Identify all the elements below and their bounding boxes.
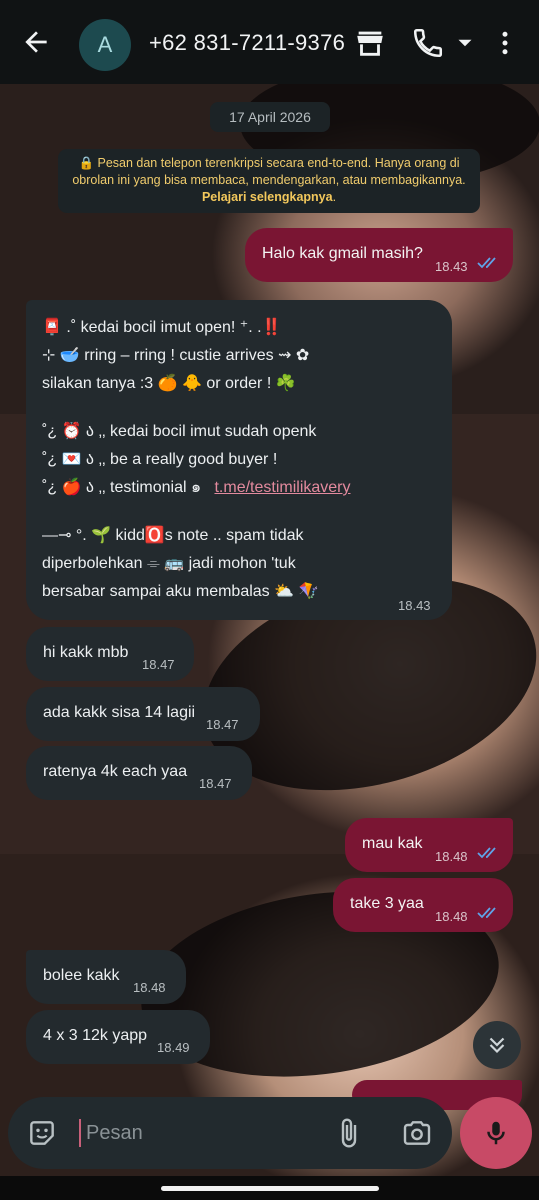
message-line: ⎯⎯⊸ °. 🌱 kidd🅾️s note .. spam tidak [42,527,304,544]
message-time: 18.49 [157,1040,190,1055]
incoming-message-shop-info[interactable]: 📮 .˚ kedai bocil imut open! ⁺. .‼️ ⊹ 🥣 r… [26,300,452,620]
attach-icon[interactable] [333,1117,365,1149]
message-time: 18.43 [435,259,468,274]
learn-more-link[interactable]: Pelajari selengkapnya [202,190,333,204]
voice-record-button[interactable] [460,1097,532,1169]
message-input[interactable] [86,1115,316,1151]
message-text: hi kakk mbb [43,644,129,661]
outgoing-message[interactable]: take 3 yaa 18.48 [333,878,513,932]
system-navigation-bar [0,1176,539,1200]
encryption-notice-text: 🔒 Pesan dan telepon terenkripsi secara e… [72,156,466,187]
store-icon[interactable] [353,26,387,60]
message-line: 📮 .˚ kedai bocil imut open! ⁺. .‼️ [42,319,282,336]
more-vert-icon[interactable] [490,26,520,60]
incoming-message[interactable]: ratenya 4k each yaa 18.47 [26,746,252,800]
outgoing-message[interactable]: Halo kak gmail masih? 18.43 [245,228,513,282]
message-time: 18.47 [199,776,232,791]
home-gesture-bar[interactable] [161,1186,379,1191]
message-time: 18.43 [398,598,431,613]
incoming-message[interactable]: hi kakk mbb 18.47 [26,627,194,681]
message-line-text: ˚¿ 🍎 ა ‚‚ testimonial ๑ [42,479,202,496]
message-composer [8,1097,452,1169]
message-text: bolee kakk [43,967,120,984]
message-time: 18.48 [133,980,166,995]
message-text: Halo kak gmail masih? [262,245,423,262]
message-line: ˚¿ 💌 ა ‚‚ be a really good buyer ! [42,451,278,468]
date-separator: 17 April 2026 [210,102,330,132]
chat-header: A +62 831-7211-9376 [0,0,539,84]
message-time: 18.47 [206,717,239,732]
contact-name[interactable]: +62 831-7211-9376 [149,30,345,56]
emoji-icon[interactable] [26,1117,58,1149]
incoming-message[interactable]: 4 x 3 12k yapp 18.49 [26,1010,210,1064]
avatar-letter: A [97,32,113,57]
read-receipt-icon [477,847,496,859]
text-caret [79,1119,81,1147]
message-text: ratenya 4k each yaa [43,763,188,780]
outgoing-message[interactable]: mau kak 18.48 [345,818,513,872]
phone-icon[interactable] [411,26,445,60]
scroll-to-bottom-button[interactable] [473,1021,521,1069]
camera-icon[interactable] [400,1117,434,1149]
testimonial-link[interactable]: t.me/testimilikavery [214,479,350,496]
contact-avatar[interactable]: A [79,19,131,71]
message-time: 18.48 [435,909,468,924]
read-receipt-icon [477,257,496,269]
back-arrow-icon[interactable] [20,26,52,58]
message-text: mau kak [362,835,423,852]
message-text: 4 x 3 12k yapp [43,1027,148,1044]
incoming-message[interactable]: ada kakk sisa 14 lagii 18.47 [26,687,260,741]
message-line: ˚¿ ⏰ ა ‚‚ kedai bocil imut sudah openk [42,423,317,440]
incoming-message[interactable]: bolee kakk 18.48 [26,950,186,1004]
mic-icon [487,1121,505,1145]
encryption-notice[interactable]: 🔒 Pesan dan telepon terenkripsi secara e… [58,149,480,213]
message-time: 18.47 [142,657,175,672]
message-line: diperbolehkan ⌯ 🚌 jadi mohon 'tuk [42,555,296,572]
message-line: ˚¿ 🍎 ა ‚‚ testimonial ๑ t.me/testimilika… [42,474,436,502]
message-line: ⊹ 🥣 rring – rring ! custie arrives ⇝ ✿ [42,347,310,364]
message-text: ada kakk sisa 14 lagii [43,704,196,721]
message-line: bersabar sampai aku membalas ⛅ 🪁 [42,583,319,600]
dropdown-arrow-icon[interactable] [452,26,478,60]
read-receipt-icon [477,907,496,919]
message-text: take 3 yaa [350,895,424,912]
double-chevron-down-icon [489,1037,505,1054]
message-line: silakan tanya :3 🍊 🐥 or order ! ☘️ [42,375,296,392]
message-time: 18.48 [435,849,468,864]
